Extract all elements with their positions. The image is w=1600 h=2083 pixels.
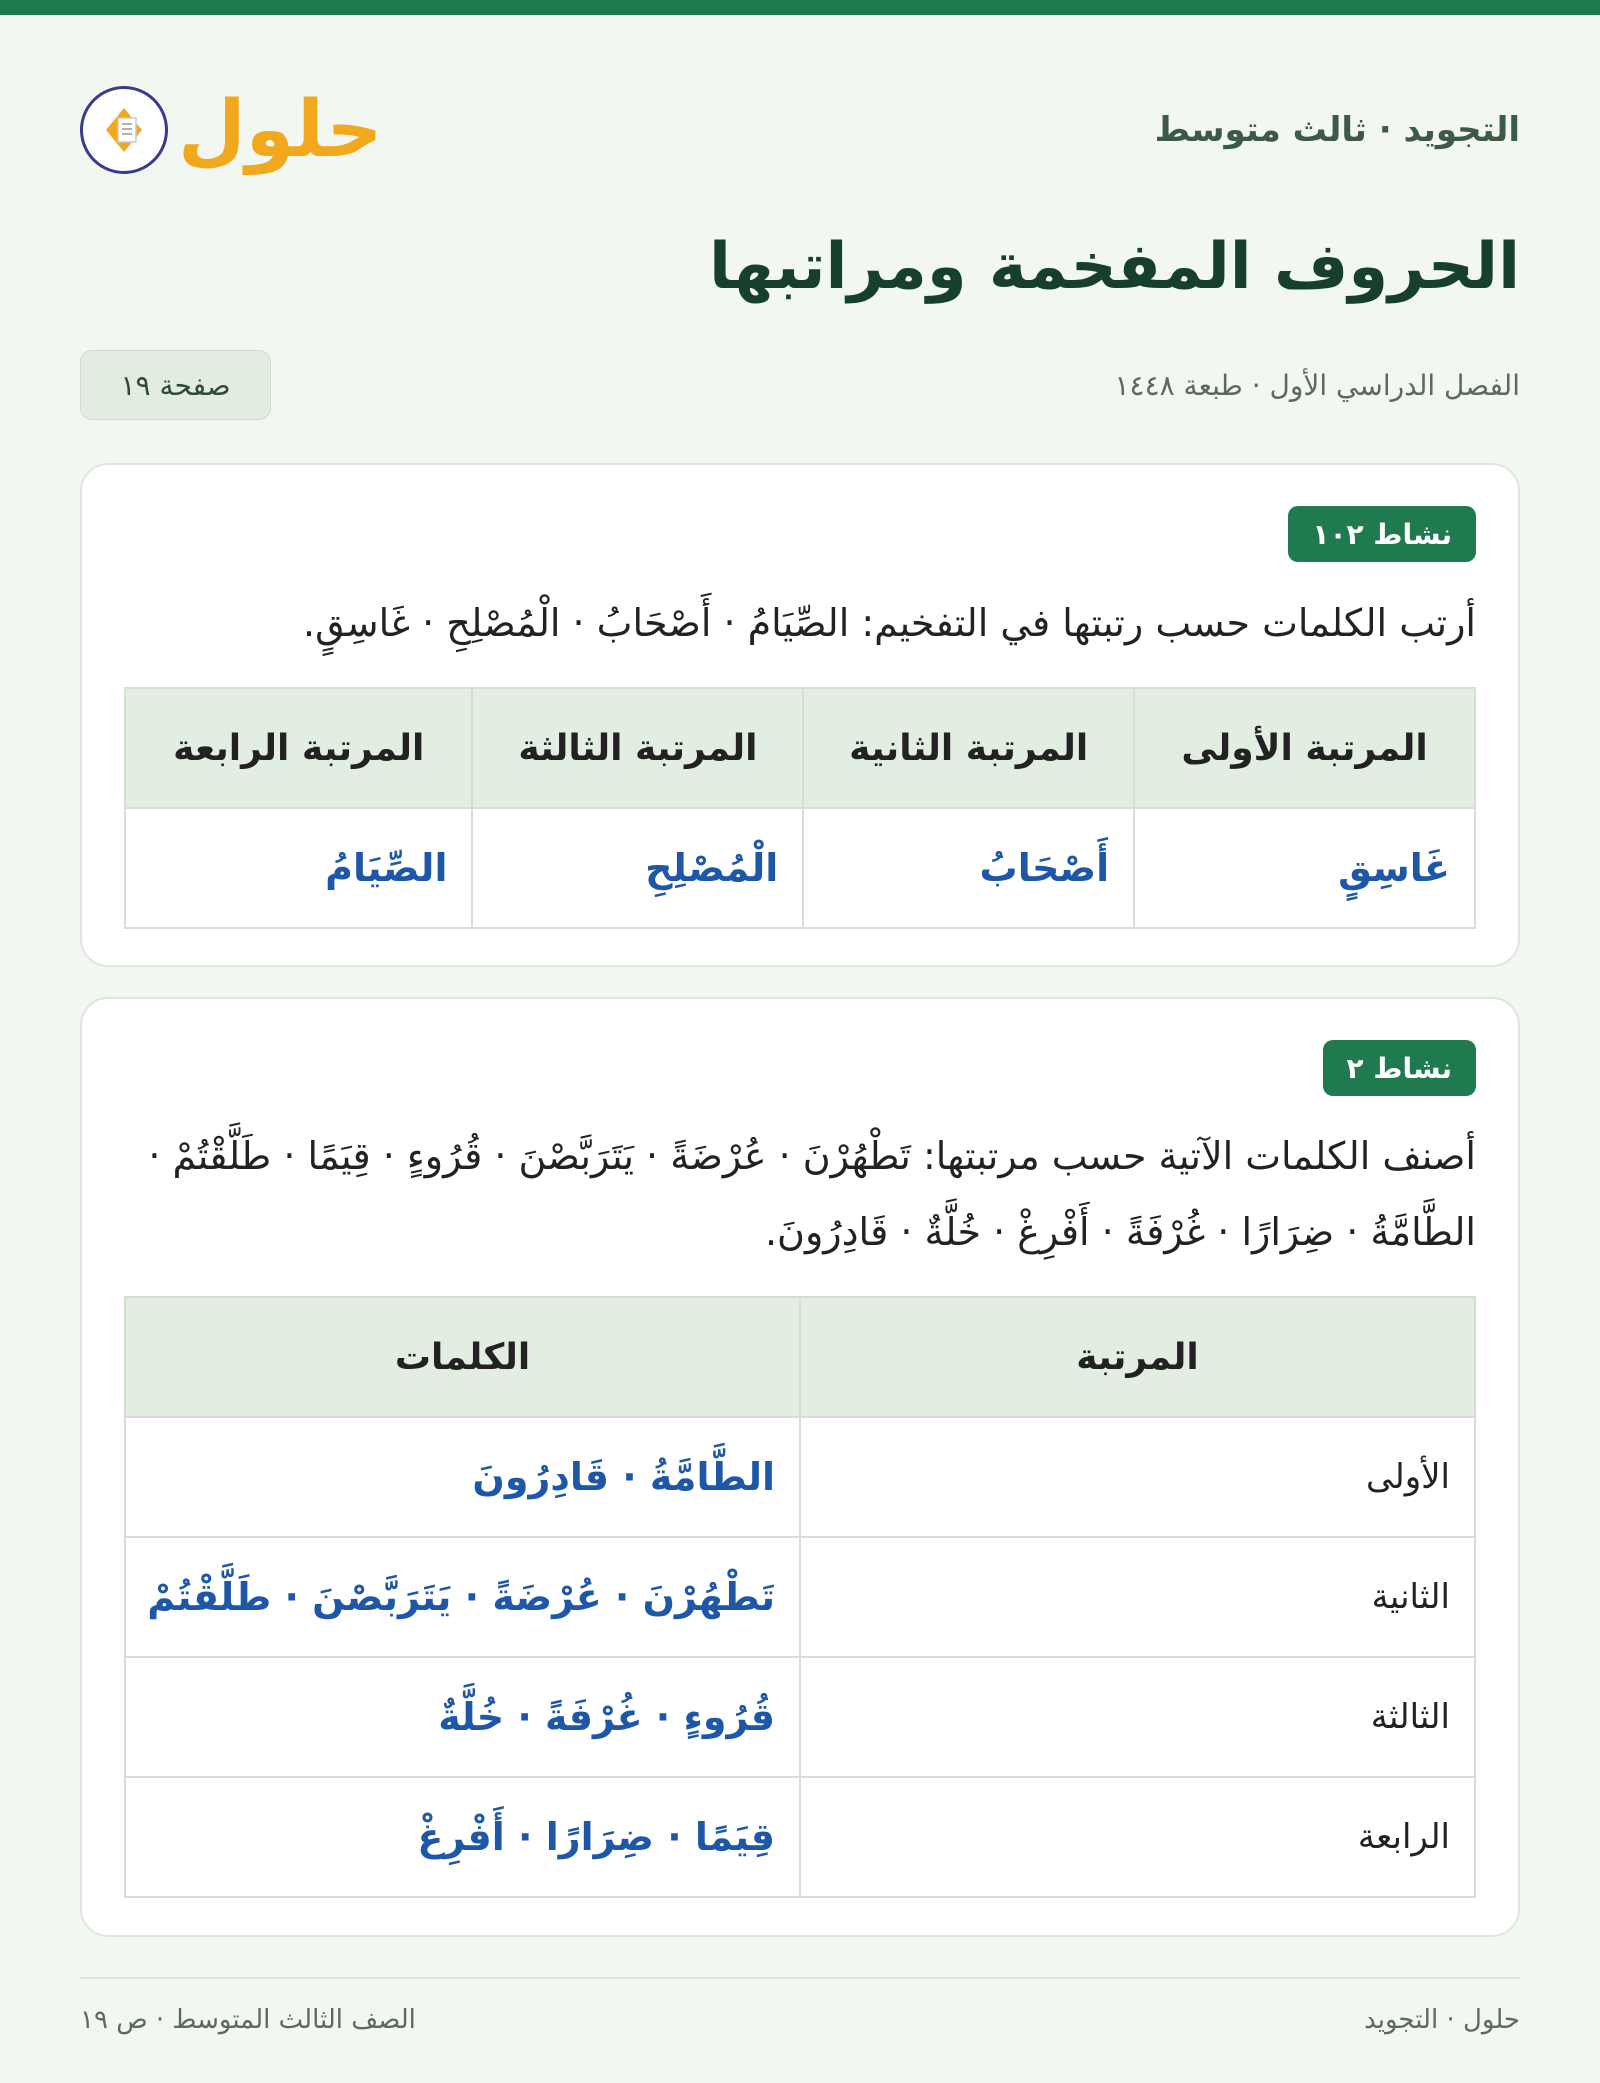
page-number-badge: صفحة ١٩ xyxy=(80,350,271,420)
table-row: الأولى الطَّامَّةُ · قَادِرُونَ xyxy=(123,1416,1476,1538)
rank-cell: الرابعة xyxy=(799,1776,1476,1898)
words-cell: قُرُوءٍ · غُرْفَةً · خُلَّةٌ xyxy=(123,1656,802,1778)
activity-2-instruction: أصنف الكلمات الآتية حسب مرتبتها: تَطْهُر… xyxy=(148,1134,1476,1254)
activity-2-badge: نشاط ٢ xyxy=(1322,1040,1476,1096)
answer-cell: غَاسِقٍ xyxy=(1133,807,1476,929)
activity-1-card: نشاط ١٠٢ أرتب الكلمات حسب رتبتها في التف… xyxy=(80,463,1520,967)
table-header: المرتبة الأولى xyxy=(1133,687,1476,809)
logo: حلول xyxy=(80,86,383,174)
rank-cell: الأولى xyxy=(799,1416,1476,1538)
activity-1-table: المرتبة الأولى المرتبة الثانية المرتبة ا… xyxy=(123,687,1476,929)
rank-cell: الثالثة xyxy=(799,1656,1476,1778)
table-header: المرتبة الثانية xyxy=(802,687,1136,809)
meta-row: الفصل الدراسي الأول · طبعة ١٤٤٨ صفحة ١٩ xyxy=(80,350,1520,420)
words-cell: قِيَمًا · ضِرَارًا · أَفْرِغْ xyxy=(123,1776,802,1898)
term-edition: الفصل الدراسي الأول · طبعة ١٤٤٨ xyxy=(1114,368,1521,402)
rank-cell: الثانية xyxy=(799,1536,1476,1658)
activity-2-table: المرتبة الكلمات الأولى الطَّامَّةُ · قَا… xyxy=(123,1296,1476,1898)
activity-1-badge: نشاط ١٠٢ xyxy=(1288,506,1476,562)
table-header: المرتبة xyxy=(799,1296,1476,1418)
words-cell: الطَّامَّةُ · قَادِرُونَ xyxy=(123,1416,802,1538)
answer-cell: الصِّيَامُ xyxy=(123,807,474,929)
answer-cell: الْمُصْلِحِ xyxy=(471,807,805,929)
table-row: الثانية تَطْهُرْنَ · عُرْضَةً · يَتَرَبَ… xyxy=(123,1536,1476,1658)
table-header: المرتبة الرابعة xyxy=(123,687,474,809)
footer-divider xyxy=(80,1977,1520,1979)
logo-text: حلول xyxy=(178,85,383,175)
table-row: غَاسِقٍ أَصْحَابُ الْمُصْلِحِ الصِّيَامُ xyxy=(123,807,1476,929)
top-accent-bar xyxy=(0,0,1600,15)
footer-grade-page: الصف الثالث المتوسط · ص ١٩ xyxy=(80,2005,416,2035)
activity-1-instruction: أرتب الكلمات حسب رتبتها في التفخيم: الصِ… xyxy=(302,601,1476,645)
table-header: الكلمات xyxy=(123,1296,802,1418)
page-title: الحروف المفخمة ومراتبها xyxy=(709,230,1520,304)
table-header: المرتبة الثالثة xyxy=(471,687,805,809)
footer-brand: حلول · التجويد xyxy=(1364,2005,1520,2035)
table-row: الثالثة قُرُوءٍ · غُرْفَةً · خُلَّةٌ xyxy=(123,1656,1476,1778)
activity-2-card: نشاط ٢ أصنف الكلمات الآتية حسب مرتبتها: … xyxy=(80,997,1520,1937)
answer-cell: أَصْحَابُ xyxy=(802,807,1136,929)
page-footer: حلول · التجويد الصف الثالث المتوسط · ص ١… xyxy=(80,2005,1520,2035)
table-row: الرابعة قِيَمًا · ضِرَارًا · أَفْرِغْ xyxy=(123,1776,1476,1898)
words-cell: تَطْهُرْنَ · عُرْضَةً · يَتَرَبَّصْنَ · … xyxy=(123,1536,802,1658)
logo-book-icon xyxy=(80,86,168,174)
subject-label: التجويد · ثالث متوسط xyxy=(1154,110,1520,150)
page-header: التجويد · ثالث متوسط حلول xyxy=(80,70,1520,190)
